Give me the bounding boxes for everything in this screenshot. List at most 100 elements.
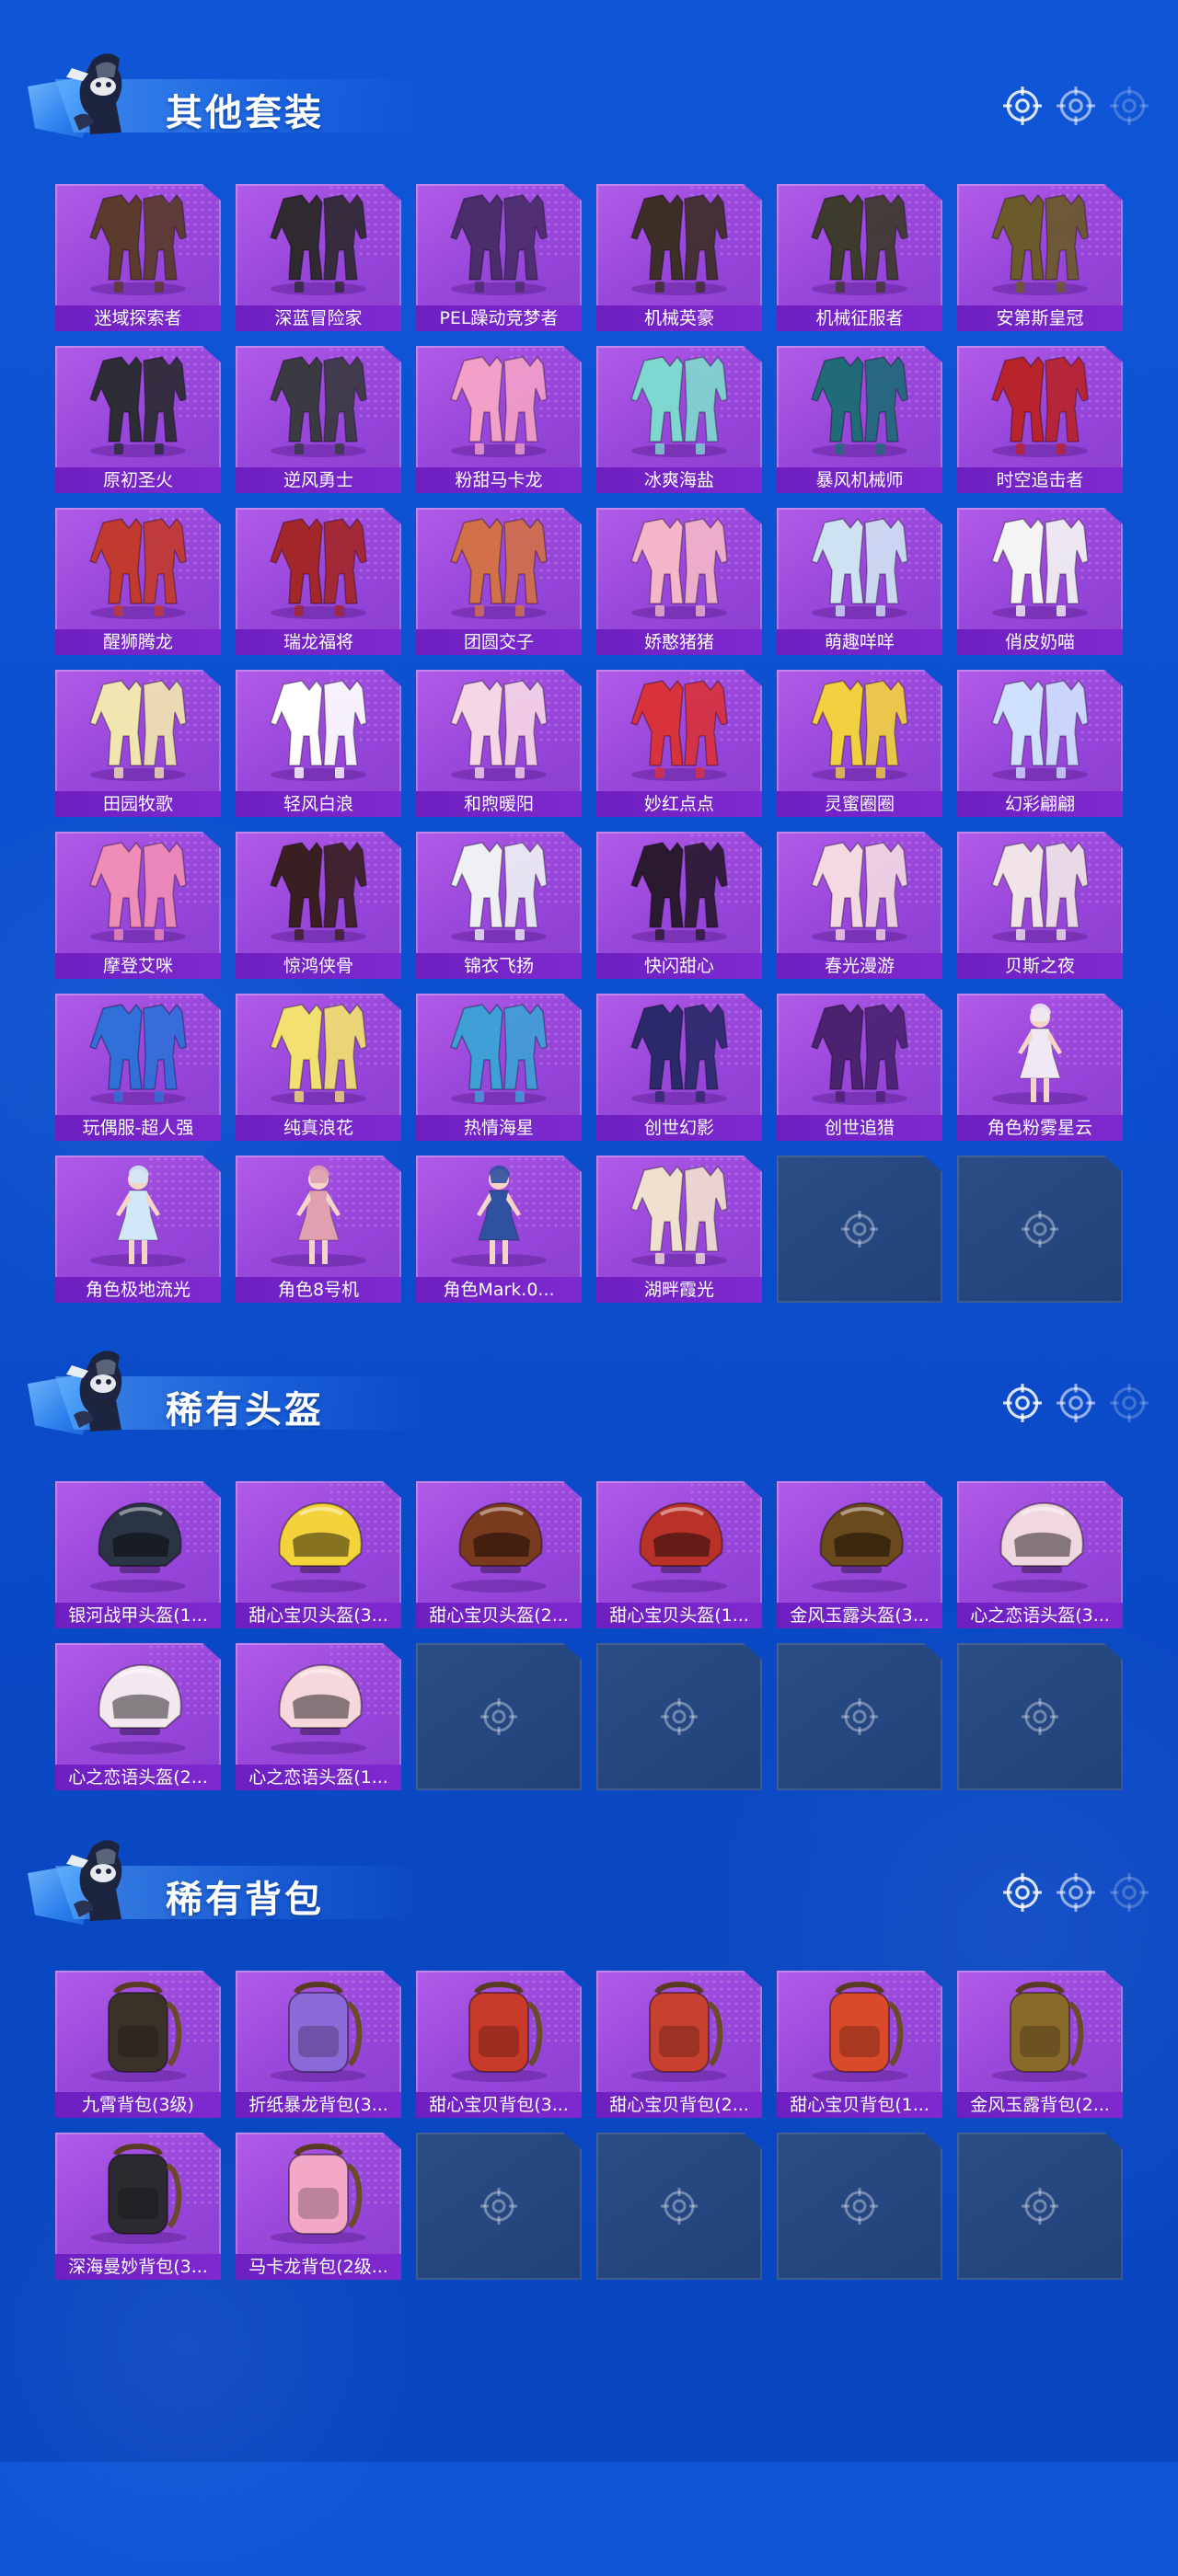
empty-slot bbox=[416, 1643, 582, 1790]
item-name: 冰爽海盐 bbox=[596, 467, 762, 493]
crosshair-icon bbox=[1055, 85, 1097, 127]
item-card[interactable]: 摩登艾咪 bbox=[55, 832, 221, 979]
outfit-icon bbox=[450, 355, 548, 457]
backpack-icon bbox=[451, 1982, 547, 2082]
item-name: 俏皮奶喵 bbox=[957, 629, 1123, 655]
crosshair-icon bbox=[841, 1211, 878, 1248]
item-card[interactable]: 醒狮腾龙 bbox=[55, 508, 221, 655]
item-card[interactable]: 迷域探索者 bbox=[55, 184, 221, 331]
item-grid: 迷域探索者 深蓝冒险家 PEL躁动竞梦者 机械英豪 机械征服者 安第斯皇冠原初圣火 逆风勇士… bbox=[55, 184, 1123, 1303]
item-name: 甜心宝贝背包(3... bbox=[416, 2092, 582, 2118]
item-card[interactable]: 快闪甜心 bbox=[596, 832, 762, 979]
empty-slot bbox=[596, 1643, 762, 1790]
header-decor-icons bbox=[1001, 85, 1150, 127]
item-name: 锦衣飞扬 bbox=[416, 953, 582, 979]
item-card[interactable]: 安第斯皇冠 bbox=[957, 184, 1123, 331]
item-card[interactable]: 贝斯之夜 bbox=[957, 832, 1123, 979]
item-name: 角色极地流光 bbox=[55, 1277, 221, 1303]
item-card[interactable]: 银河战甲头盔(1... bbox=[55, 1481, 221, 1628]
item-card[interactable]: 心之恋语头盔(3... bbox=[957, 1481, 1123, 1628]
item-card[interactable]: 轻风白浪 bbox=[236, 670, 401, 817]
empty-slot bbox=[777, 1643, 942, 1790]
crosshair-icon bbox=[1110, 1384, 1149, 1422]
item-card[interactable]: 湖畔霞光 bbox=[596, 1156, 762, 1303]
item-name: 安第斯皇冠 bbox=[957, 305, 1123, 331]
crosshair-icon bbox=[1003, 1873, 1042, 1912]
empty-slot bbox=[596, 2133, 762, 2280]
item-name: 湖畔霞光 bbox=[596, 1277, 762, 1303]
item-card[interactable]: 深海曼妙背包(3... bbox=[55, 2133, 221, 2280]
outfit-icon bbox=[991, 193, 1089, 295]
outfit-icon bbox=[270, 355, 367, 457]
item-card[interactable]: 和煦暖阳 bbox=[416, 670, 582, 817]
item-card[interactable]: 创世幻影 bbox=[596, 994, 762, 1141]
section-header: 稀有背包 bbox=[28, 1833, 1150, 1934]
item-card[interactable]: 时空追击者 bbox=[957, 346, 1123, 493]
item-card[interactable]: 粉甜马卡龙 bbox=[416, 346, 582, 493]
item-card[interactable]: 逆风勇士 bbox=[236, 346, 401, 493]
section-title: 稀有头盔 bbox=[166, 1389, 324, 1432]
item-card[interactable]: 玩偶服-超人强 bbox=[55, 994, 221, 1141]
item-card[interactable]: 角色Mark.0... bbox=[416, 1156, 582, 1303]
item-card[interactable]: 热情海星 bbox=[416, 994, 582, 1141]
item-card[interactable]: 机械英豪 bbox=[596, 184, 762, 331]
item-card[interactable]: 金风玉露头盔(3... bbox=[777, 1481, 942, 1628]
empty-slot bbox=[416, 2133, 582, 2280]
helmet-icon bbox=[271, 1663, 366, 1754]
crosshair-icon bbox=[661, 2188, 698, 2225]
item-card[interactable]: 机械征服者 bbox=[777, 184, 942, 331]
item-card[interactable]: 萌趣咩咩 bbox=[777, 508, 942, 655]
outfit-icon bbox=[89, 355, 187, 457]
helmet-icon bbox=[90, 1501, 186, 1593]
item-card[interactable]: 马卡龙背包(2级... bbox=[236, 2133, 401, 2280]
item-name: 角色8号机 bbox=[236, 1277, 401, 1303]
item-name: 田园牧歌 bbox=[55, 791, 221, 817]
item-card[interactable]: 原初圣火 bbox=[55, 346, 221, 493]
item-card[interactable]: 纯真浪花 bbox=[236, 994, 401, 1141]
item-card[interactable]: 九霄背包(3级) bbox=[55, 1971, 221, 2118]
item-card[interactable]: 角色极地流光 bbox=[55, 1156, 221, 1303]
item-card[interactable]: 俏皮奶喵 bbox=[957, 508, 1123, 655]
item-card[interactable]: 春光漫游 bbox=[777, 832, 942, 979]
item-card[interactable]: 冰爽海盐 bbox=[596, 346, 762, 493]
item-card[interactable]: 金风玉露背包(2... bbox=[957, 1971, 1123, 2118]
item-card[interactable]: 甜心宝贝头盔(3... bbox=[236, 1481, 401, 1628]
outfit-icon bbox=[630, 1003, 728, 1105]
item-card[interactable]: 甜心宝贝背包(2... bbox=[596, 1971, 762, 2118]
section-header: 稀有头盔 bbox=[28, 1343, 1150, 1444]
crosshair-icon bbox=[1108, 85, 1150, 127]
item-card[interactable]: 角色粉雾星云 bbox=[957, 994, 1123, 1141]
item-name: 马卡龙背包(2级... bbox=[236, 2254, 401, 2280]
item-card[interactable]: 甜心宝贝背包(1... bbox=[777, 1971, 942, 2118]
item-card[interactable]: 甜心宝贝头盔(2... bbox=[416, 1481, 582, 1628]
item-card[interactable]: 惊鸿侠骨 bbox=[236, 832, 401, 979]
item-name: 金风玉露头盔(3... bbox=[777, 1603, 942, 1628]
item-name: 角色Mark.0... bbox=[416, 1277, 582, 1303]
item-card[interactable]: 灵蜜圈圈 bbox=[777, 670, 942, 817]
item-card[interactable]: 心之恋语头盔(1... bbox=[236, 1643, 401, 1790]
item-card[interactable]: 锦衣飞扬 bbox=[416, 832, 582, 979]
item-card[interactable]: 娇憨猪猪 bbox=[596, 508, 762, 655]
crosshair-icon bbox=[480, 2188, 517, 2225]
mascot-icon bbox=[66, 1351, 122, 1432]
item-card[interactable]: 瑞龙福将 bbox=[236, 508, 401, 655]
item-card[interactable]: PEL躁动竞梦者 bbox=[416, 184, 582, 331]
item-card[interactable]: 深蓝冒险家 bbox=[236, 184, 401, 331]
crosshair-icon bbox=[1057, 86, 1095, 125]
item-card[interactable]: 团圆交子 bbox=[416, 508, 582, 655]
item-card[interactable]: 田园牧歌 bbox=[55, 670, 221, 817]
item-card[interactable]: 甜心宝贝头盔(1... bbox=[596, 1481, 762, 1628]
outfit-icon bbox=[991, 355, 1089, 457]
item-card[interactable]: 甜心宝贝背包(3... bbox=[416, 1971, 582, 2118]
outfit-icon bbox=[811, 679, 908, 781]
backpack-icon bbox=[271, 1982, 366, 2082]
item-card[interactable]: 心之恋语头盔(2... bbox=[55, 1643, 221, 1790]
outfit-icon bbox=[270, 193, 367, 295]
item-name: 粉甜马卡龙 bbox=[416, 467, 582, 493]
item-card[interactable]: 角色8号机 bbox=[236, 1156, 401, 1303]
item-card[interactable]: 暴风机械师 bbox=[777, 346, 942, 493]
item-card[interactable]: 创世追猎 bbox=[777, 994, 942, 1141]
item-card[interactable]: 幻彩翩翩 bbox=[957, 670, 1123, 817]
item-card[interactable]: 妙红点点 bbox=[596, 670, 762, 817]
item-card[interactable]: 折纸暴龙背包(3... bbox=[236, 1971, 401, 2118]
